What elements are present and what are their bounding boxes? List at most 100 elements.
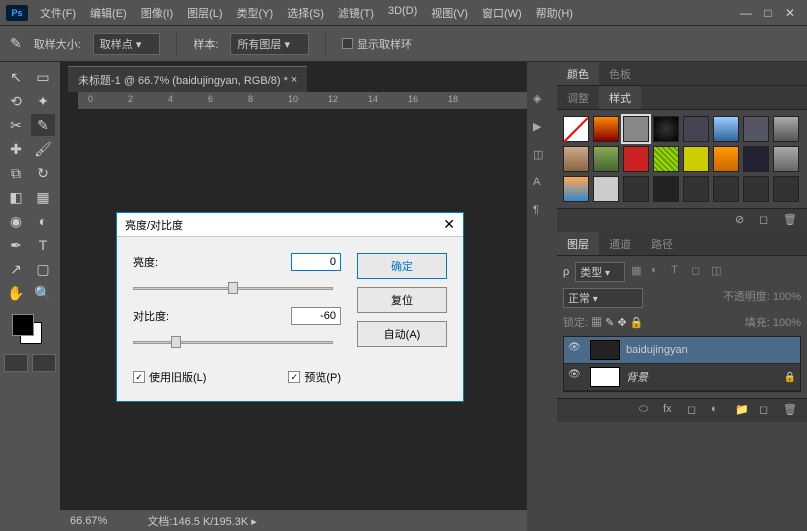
dialog-close-button[interactable]: ✕ xyxy=(443,216,455,233)
history-panel-icon[interactable]: ◈ xyxy=(533,92,551,110)
character-panel-icon[interactable]: A xyxy=(533,176,551,194)
eyedropper-tool[interactable]: ✎ xyxy=(31,114,55,136)
new-style-icon[interactable]: ◻ xyxy=(759,213,775,229)
style-swatch[interactable] xyxy=(653,176,679,202)
style-swatch[interactable] xyxy=(653,146,679,172)
auto-button[interactable]: 自动(A) xyxy=(357,321,447,347)
filter-kind-select[interactable]: 类型 ▾ xyxy=(575,262,625,282)
style-swatch[interactable] xyxy=(593,116,619,142)
tab-adjustments[interactable]: 调整 xyxy=(557,86,599,109)
style-swatch[interactable] xyxy=(713,176,739,202)
style-swatch[interactable] xyxy=(683,116,709,142)
group-icon[interactable]: 📁 xyxy=(735,403,751,419)
style-swatch[interactable] xyxy=(683,176,709,202)
menu-file[interactable]: 文件(F) xyxy=(34,1,82,25)
move-tool[interactable]: ↖ xyxy=(4,66,28,88)
history-brush-tool[interactable]: ↻ xyxy=(31,162,55,184)
maximize-button[interactable]: □ xyxy=(761,6,775,20)
tab-layers[interactable]: 图层 xyxy=(557,232,599,255)
contrast-input[interactable] xyxy=(291,307,341,325)
standard-mode-button[interactable] xyxy=(4,354,28,372)
blend-mode-select[interactable]: 正常 ▾ xyxy=(563,288,643,308)
style-swatch[interactable] xyxy=(743,176,769,202)
reset-button[interactable]: 复位 xyxy=(357,287,447,313)
ok-button[interactable]: 确定 xyxy=(357,253,447,279)
gradient-tool[interactable]: ▦ xyxy=(31,186,55,208)
delete-layer-icon[interactable]: 🗑 xyxy=(783,403,799,419)
brush-tool[interactable]: 🖌 xyxy=(31,138,55,160)
visibility-icon[interactable]: 👁 xyxy=(568,342,584,358)
path-select-tool[interactable]: ↗ xyxy=(4,258,28,280)
tab-swatches[interactable]: 色板 xyxy=(599,62,641,85)
menu-window[interactable]: 窗口(W) xyxy=(476,1,528,25)
eraser-tool[interactable]: ◧ xyxy=(4,186,28,208)
style-swatch[interactable] xyxy=(563,146,589,172)
stamp-tool[interactable]: ⧉ xyxy=(4,162,28,184)
menu-filter[interactable]: 滤镜(T) xyxy=(332,1,380,25)
style-swatch[interactable] xyxy=(653,116,679,142)
style-swatch[interactable] xyxy=(563,116,589,142)
tab-channels[interactable]: 通道 xyxy=(599,232,641,255)
dodge-tool[interactable]: ◐ xyxy=(31,210,55,232)
style-swatch[interactable] xyxy=(713,146,739,172)
filter-type-icon[interactable]: T xyxy=(671,264,687,280)
fg-color-swatch[interactable] xyxy=(12,314,34,336)
screen-mode-button[interactable] xyxy=(32,354,56,372)
close-button[interactable]: ✕ xyxy=(783,6,797,20)
style-swatch[interactable] xyxy=(593,146,619,172)
preview-checkbox[interactable]: ✓ 预览(P) xyxy=(288,369,341,385)
filter-smart-icon[interactable]: ◫ xyxy=(711,264,727,280)
filter-adjust-icon[interactable]: ◐ xyxy=(651,264,667,280)
pen-tool[interactable]: ✒ xyxy=(4,234,28,256)
style-swatch[interactable] xyxy=(773,176,799,202)
menu-help[interactable]: 帮助(H) xyxy=(530,1,579,25)
marquee-tool[interactable]: ▭ xyxy=(31,66,55,88)
menu-edit[interactable]: 编辑(E) xyxy=(84,1,133,25)
hand-tool[interactable]: ✋ xyxy=(4,282,28,304)
style-swatch[interactable] xyxy=(623,116,649,142)
minimize-button[interactable]: — xyxy=(739,6,753,20)
filter-pixel-icon[interactable]: ▦ xyxy=(631,264,647,280)
filter-shape-icon[interactable]: ◻ xyxy=(691,264,707,280)
tab-paths[interactable]: 路径 xyxy=(641,232,683,255)
layer-item[interactable]: 👁 baidujingyan xyxy=(564,337,800,364)
slider-thumb[interactable] xyxy=(228,282,238,294)
link-layers-icon[interactable]: ⬭ xyxy=(639,403,655,419)
color-swatches[interactable] xyxy=(4,312,56,348)
actions-panel-icon[interactable]: ▶ xyxy=(533,120,551,138)
menu-select[interactable]: 选择(S) xyxy=(281,1,330,25)
visibility-icon[interactable]: 👁 xyxy=(568,369,584,385)
layer-mask-icon[interactable]: ◻ xyxy=(687,403,703,419)
style-swatch[interactable] xyxy=(743,116,769,142)
tab-color[interactable]: 颜色 xyxy=(557,62,599,85)
lasso-tool[interactable]: ⟲ xyxy=(4,90,28,112)
style-swatch[interactable] xyxy=(683,146,709,172)
zoom-tool[interactable]: 🔍 xyxy=(31,282,55,304)
layer-item[interactable]: 👁 背景 🔒 xyxy=(564,364,800,391)
layer-style-icon[interactable]: fx xyxy=(663,403,679,419)
tab-styles[interactable]: 样式 xyxy=(599,86,641,109)
sample-select[interactable]: 所有图层 ▾ xyxy=(230,33,309,55)
slider-thumb[interactable] xyxy=(171,336,181,348)
menu-3d[interactable]: 3D(D) xyxy=(382,1,423,25)
properties-panel-icon[interactable]: ◫ xyxy=(533,148,551,166)
menu-type[interactable]: 类型(Y) xyxy=(231,1,280,25)
clear-style-icon[interactable]: ⊘ xyxy=(735,213,751,229)
menu-layer[interactable]: 图层(L) xyxy=(181,1,228,25)
sample-size-select[interactable]: 取样点 ▾ xyxy=(93,33,161,55)
menu-image[interactable]: 图像(I) xyxy=(135,1,179,25)
paragraph-panel-icon[interactable]: ¶ xyxy=(533,204,551,222)
style-swatch[interactable] xyxy=(773,146,799,172)
brightness-input[interactable] xyxy=(291,253,341,271)
menu-view[interactable]: 视图(V) xyxy=(425,1,474,25)
document-tab[interactable]: 未标题-1 @ 66.7% (baidujingyan, RGB/8) * × xyxy=(68,66,307,92)
style-swatch[interactable] xyxy=(623,146,649,172)
show-ring-checkbox[interactable]: 显示取样环 xyxy=(342,36,412,52)
dialog-titlebar[interactable]: 亮度/对比度 ✕ xyxy=(117,213,463,237)
zoom-value[interactable]: 66.67% xyxy=(70,515,107,527)
brightness-slider[interactable] xyxy=(133,279,333,297)
wand-tool[interactable]: ✦ xyxy=(31,90,55,112)
style-swatch[interactable] xyxy=(563,176,589,202)
heal-tool[interactable]: ✚ xyxy=(4,138,28,160)
style-swatch[interactable] xyxy=(773,116,799,142)
